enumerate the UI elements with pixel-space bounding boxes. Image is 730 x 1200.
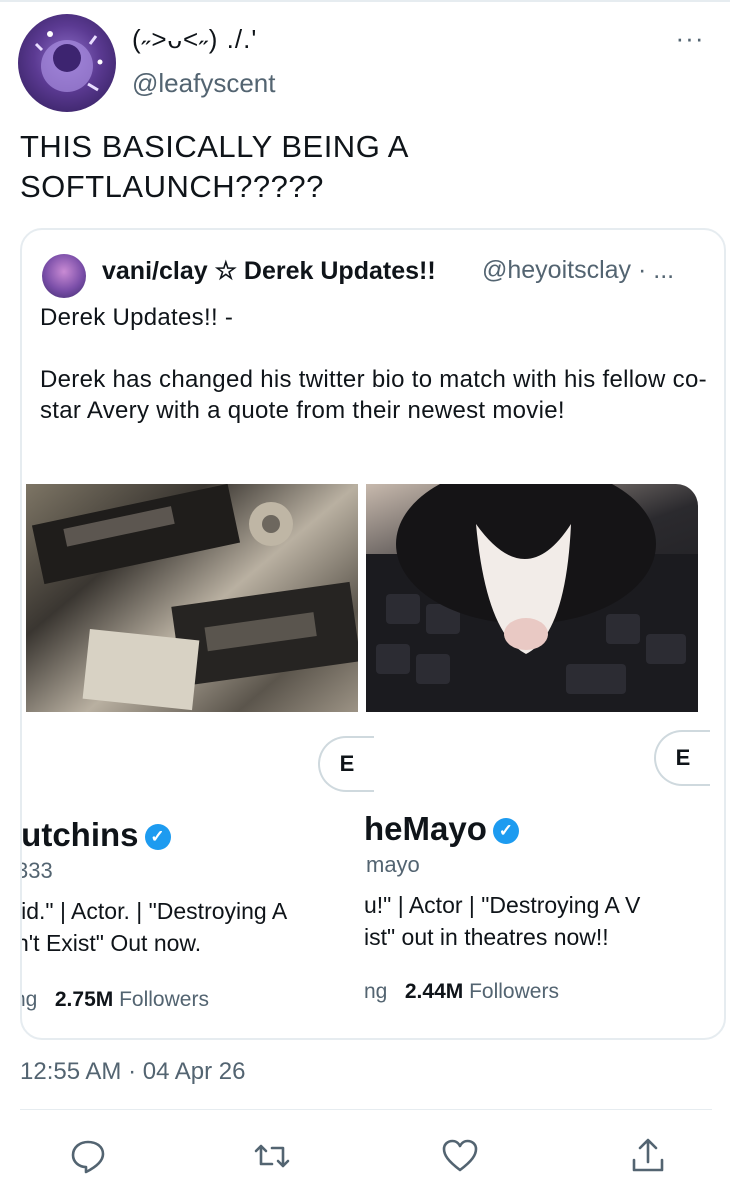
actions-divider bbox=[20, 1109, 712, 1110]
edit-profile-button[interactable]: E bbox=[318, 736, 374, 792]
profile-name-right: heMayo ✓ bbox=[364, 810, 519, 848]
quoted-author-handle: @heyoitsclay · ... bbox=[482, 256, 675, 284]
profile-handle-right: mayo bbox=[366, 852, 420, 877]
quoted-author-avatar bbox=[42, 254, 86, 298]
more-options-button[interactable]: ··· bbox=[670, 25, 710, 58]
profile-stats-right: ng 2.44M Followers bbox=[364, 980, 559, 1004]
heart-icon bbox=[442, 1139, 478, 1172]
followers-count-right: 2.44M bbox=[404, 980, 464, 1003]
quoted-author-name: vani/clay ☆ Derek Updates!! bbox=[102, 257, 436, 285]
like-button[interactable] bbox=[440, 1136, 480, 1176]
profile-handle-left: 333 bbox=[22, 858, 53, 883]
followers-label-right: Followers bbox=[469, 980, 559, 1003]
profile-name-left-text: lutchins bbox=[20, 816, 139, 853]
reply-icon bbox=[71, 1140, 105, 1174]
author-display-name[interactable]: (˶>ᴗ<˶) ./.' bbox=[132, 24, 257, 55]
author-avatar[interactable] bbox=[18, 14, 116, 112]
retweet-button[interactable] bbox=[252, 1136, 292, 1176]
edit-profile-button[interactable]: E bbox=[654, 730, 710, 786]
followers-label-left: Followers bbox=[119, 988, 209, 1011]
share-icon bbox=[632, 1138, 664, 1172]
profile-bio-left-line1: lid." | Actor. | "Destroying A bbox=[20, 898, 288, 924]
followers-count-left: 2.75M bbox=[54, 988, 114, 1011]
tweet-text: THIS BASICALLY BEING A SOFTLAUNCH????? bbox=[20, 129, 408, 204]
verified-badge-icon: ✓ bbox=[144, 824, 171, 850]
quoted-tweet-card[interactable]: vani/clay ☆ Derek Updates!! @heyoitsclay… bbox=[20, 228, 726, 1040]
profile-bio-right-line1: u!" | Actor | "Destroying A V bbox=[364, 892, 641, 918]
cassette-tapes-image[interactable] bbox=[26, 484, 358, 712]
share-button[interactable] bbox=[628, 1136, 668, 1176]
profile-name-left: lutchins ✓ bbox=[20, 816, 171, 854]
author-handle[interactable]: @leafyscent bbox=[132, 68, 275, 99]
retweet-icon bbox=[254, 1144, 290, 1168]
stats-prefix-right: ng bbox=[364, 980, 388, 1003]
quoted-tweet-text: Derek Updates!! - Derek has changed his … bbox=[40, 304, 707, 424]
top-divider bbox=[0, 0, 730, 2]
profile-stats-left: ng 2.75M Followers bbox=[22, 988, 209, 1012]
profile-name-right-text: heMayo bbox=[364, 810, 487, 847]
tweet-timestamp[interactable]: 12:55 AM · 04 Apr 26 bbox=[20, 1058, 245, 1086]
profile-bio-right-line2: ist" out in theatres now!! bbox=[364, 924, 609, 950]
verified-badge-icon: ✓ bbox=[492, 818, 519, 844]
reply-button[interactable] bbox=[68, 1136, 108, 1176]
stats-prefix-left: ng bbox=[22, 988, 38, 1011]
profile-bio-left-line2: n't Exist" Out now. bbox=[20, 930, 202, 956]
cat-on-keyboard-image[interactable] bbox=[366, 484, 698, 712]
